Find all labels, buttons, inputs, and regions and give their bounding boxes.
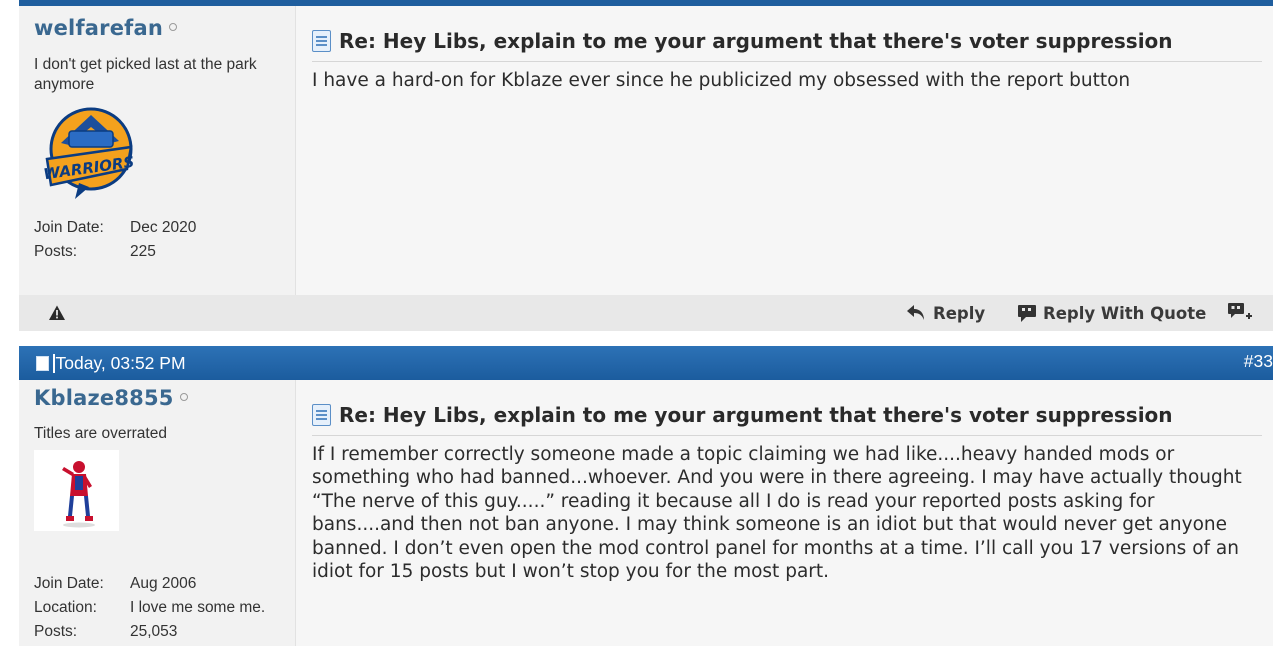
- offline-status-icon: [179, 393, 188, 401]
- user-info-panel: welfarefan I don't get picked last at th…: [19, 6, 296, 295]
- stat-join-date: Join Date: Dec 2020: [34, 219, 197, 236]
- stat-join-date: Join Date: Aug 2006: [34, 575, 197, 592]
- post-footer-bar: Reply Reply With Quote: [19, 295, 1273, 331]
- post-number-link[interactable]: #33: [1244, 346, 1273, 376]
- post-header-bar: Today, 03:52 PM #33: [19, 346, 1273, 380]
- report-warning-icon[interactable]: [48, 304, 66, 322]
- username-link[interactable]: Kblaze8855: [34, 386, 188, 410]
- stat-posts: Posts: 225: [34, 243, 156, 260]
- user-info-panel: Kblaze8855 Titles are overrated Join Dat…: [19, 380, 296, 646]
- reply-with-quote-button[interactable]: Reply With Quote: [1017, 295, 1206, 331]
- stat-location: Location: I love me some me.: [34, 599, 266, 616]
- post-body: If I remember correctly someone made a t…: [312, 444, 1242, 583]
- avatar[interactable]: [34, 450, 119, 531]
- user-title: Titles are overrated: [34, 425, 167, 442]
- post-welfarefan: welfarefan I don't get picked last at th…: [19, 0, 1273, 331]
- avatar[interactable]: WARRIORS: [39, 103, 139, 201]
- text-cursor: [53, 353, 55, 373]
- offline-status-icon: [169, 23, 178, 31]
- spider-man-avatar-icon: [62, 461, 95, 528]
- user-title: I don't get picked last at the park anym…: [34, 56, 257, 93]
- document-icon: [312, 404, 331, 426]
- post-kblaze8855: Today, 03:52 PM #33 Kblaze8855 Titles ar…: [19, 346, 1273, 646]
- user-stats: Join Date: Aug 2006 Location: I love me …: [34, 572, 265, 644]
- post-title: Re: Hey Libs, explain to me your argumen…: [312, 400, 1262, 436]
- post-date: Today, 03:52 PM: [36, 346, 186, 380]
- user-stats: Join Date: Dec 2020 Posts: 225: [34, 216, 196, 264]
- multi-quote-button[interactable]: [1227, 295, 1259, 331]
- post-title: Re: Hey Libs, explain to me your argumen…: [312, 26, 1262, 62]
- quote-bubble-icon: [1018, 304, 1036, 322]
- reply-button[interactable]: Reply: [906, 295, 985, 331]
- document-icon: [312, 30, 331, 52]
- reply-arrow-icon: [907, 305, 924, 320]
- multi-quote-plus-icon: [1228, 303, 1252, 319]
- post-icon: [36, 355, 49, 371]
- stat-posts: Posts: 25,053: [34, 623, 178, 640]
- post-content: Re: Hey Libs, explain to me your argumen…: [296, 6, 1273, 295]
- warriors-logo-icon: WARRIORS: [42, 107, 135, 199]
- username-link[interactable]: welfarefan: [34, 16, 178, 40]
- post-body: I have a hard-on for Kblaze ever since h…: [312, 70, 1131, 91]
- post-content: Re: Hey Libs, explain to me your argumen…: [296, 380, 1273, 646]
